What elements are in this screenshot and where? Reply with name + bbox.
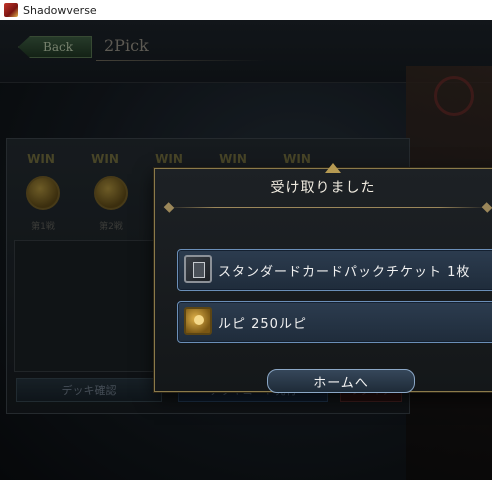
reward-item-text: ルピ 250ルピ [218, 317, 307, 332]
dialog-title: 受け取りました [270, 180, 376, 196]
home-button[interactable]: ホームへ [267, 369, 415, 393]
rupee-icon [184, 307, 212, 335]
divider-ornament-icon [481, 202, 492, 213]
reward-item: スタンダードカードパックチケット 1枚 [177, 249, 492, 291]
divider-ornament-icon [163, 202, 175, 213]
reward-item-text: スタンダードカードパックチケット 1枚 [218, 265, 471, 280]
shadowverse-app-icon [4, 3, 18, 17]
card-pack-ticket-icon [184, 255, 212, 283]
dialog-divider [167, 207, 487, 208]
reward-dialog: 受け取りました × スタンダードカードパックチケット 1枚 ルピ 250ルピ ホ… [154, 163, 492, 393]
game-viewport: Back 2Pick WIN WIN WIN WIN WIN 第1戦 第2戦 デ… [0, 20, 492, 480]
reward-item: ルピ 250ルピ [177, 301, 492, 343]
window-titlebar: Shadowverse [0, 0, 492, 20]
window-title: Shadowverse [23, 3, 97, 17]
